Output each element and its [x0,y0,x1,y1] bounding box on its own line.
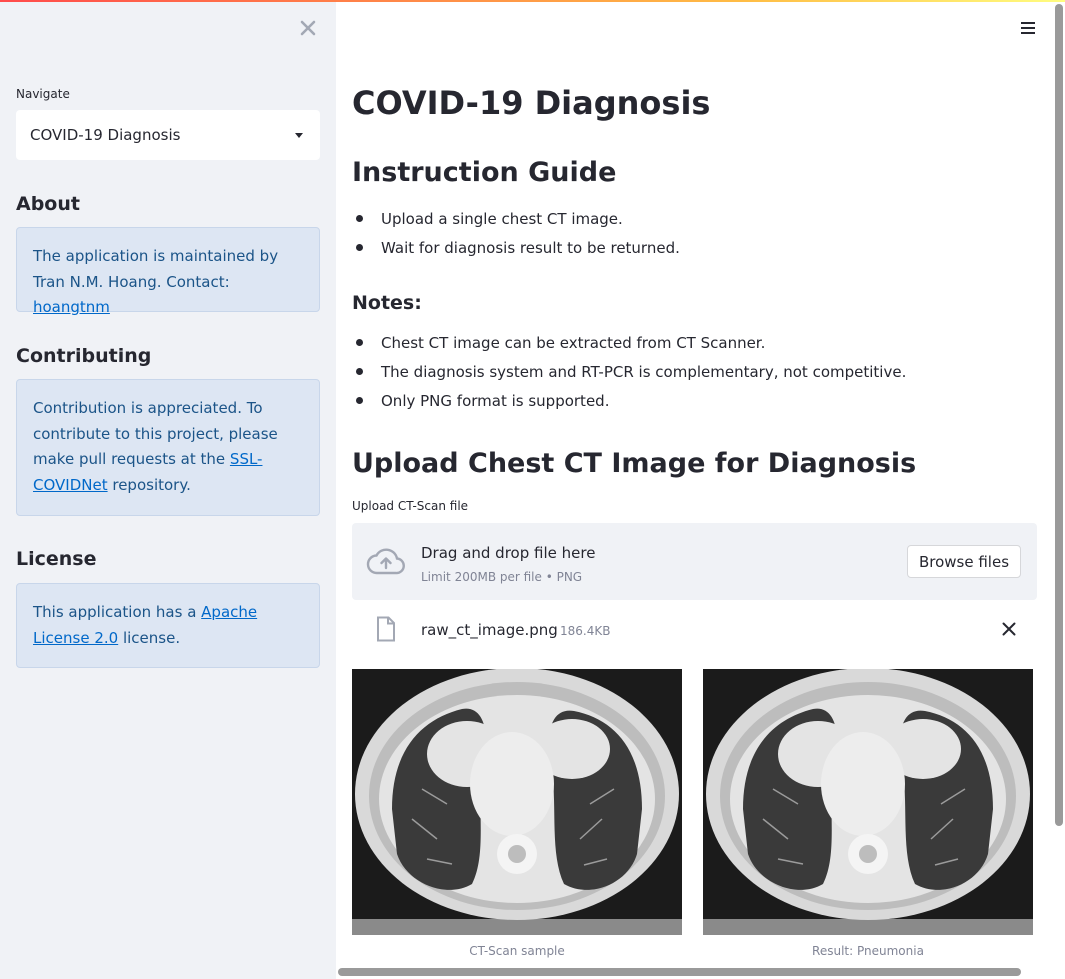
contact-link[interactable]: hoangtnm [33,298,110,316]
contributing-heading: Contributing [16,345,152,367]
list-item: Only PNG format is supported. [352,391,906,420]
vertical-scrollbar[interactable] [1055,4,1063,826]
close-icon[interactable] [1002,622,1016,636]
license-text-after: license. [118,628,181,647]
result-caption: Result: Pneumonia [812,944,924,958]
result-image [703,669,1033,935]
notes-list: Chest CT image can be extracted from CT … [352,333,906,420]
ct-scan-figure: CT-Scan sample [352,669,682,958]
sidebar: Navigate COVID-19 Diagnosis About The ap… [0,0,336,979]
upload-heading: Upload Chest CT Image for Diagnosis [352,448,917,479]
notes-heading: Notes: [352,292,422,314]
dropzone-title: Drag and drop file here [421,544,596,562]
license-text: This application has a [33,603,202,621]
instruction-guide-heading: Instruction Guide [352,157,617,188]
uploaded-file-row: raw_ct_image.png 186.4KB [352,605,1037,655]
result-figure: Result: Pneumonia [703,669,1033,958]
ct-scan-image [352,669,682,935]
file-icon [377,616,395,642]
about-heading: About [16,193,80,215]
main-content: COVID-19 Diagnosis Instruction Guide Upl… [336,0,1065,979]
dropzone-limit-text: Limit 200MB per file • PNG [421,570,583,584]
browse-files-button[interactable]: Browse files [907,545,1021,578]
contributing-text-after: repository. [107,475,191,494]
license-heading: License [16,548,97,570]
file-dropzone[interactable]: Drag and drop file here Limit 200MB per … [352,523,1037,600]
uploaded-file-size: 186.4KB [560,624,611,638]
chevron-down-icon [295,133,303,138]
cloud-upload-icon [366,548,405,575]
navigate-selected-value: COVID-19 Diagnosis [30,126,181,144]
upload-label: Upload CT-Scan file [352,499,469,513]
navigate-label: Navigate [16,87,70,101]
instruction-list: Upload a single chest CT image. Wait for… [352,209,680,267]
contributing-info-box: Contribution is appreciated. To contribu… [16,379,320,516]
navigate-select[interactable]: COVID-19 Diagnosis [16,110,320,160]
uploaded-file-name: raw_ct_image.png [421,621,558,639]
hamburger-menu-icon[interactable] [1020,20,1036,36]
page-title: COVID-19 Diagnosis [352,84,711,122]
about-text: The application is maintained by Tran N.… [33,247,279,291]
top-decoration-bar [0,0,1065,2]
ct-scan-caption: CT-Scan sample [469,944,565,958]
license-info-box: This application has a Apache License 2.… [16,583,320,668]
list-item: Wait for diagnosis result to be returned… [352,238,680,267]
list-item: Chest CT image can be extracted from CT … [352,333,906,362]
list-item: Upload a single chest CT image. [352,209,680,238]
horizontal-scrollbar[interactable] [338,968,1021,976]
about-info-box: The application is maintained by Tran N.… [16,227,320,316]
list-item: The diagnosis system and RT-PCR is compl… [352,362,906,391]
close-icon[interactable] [298,18,318,38]
